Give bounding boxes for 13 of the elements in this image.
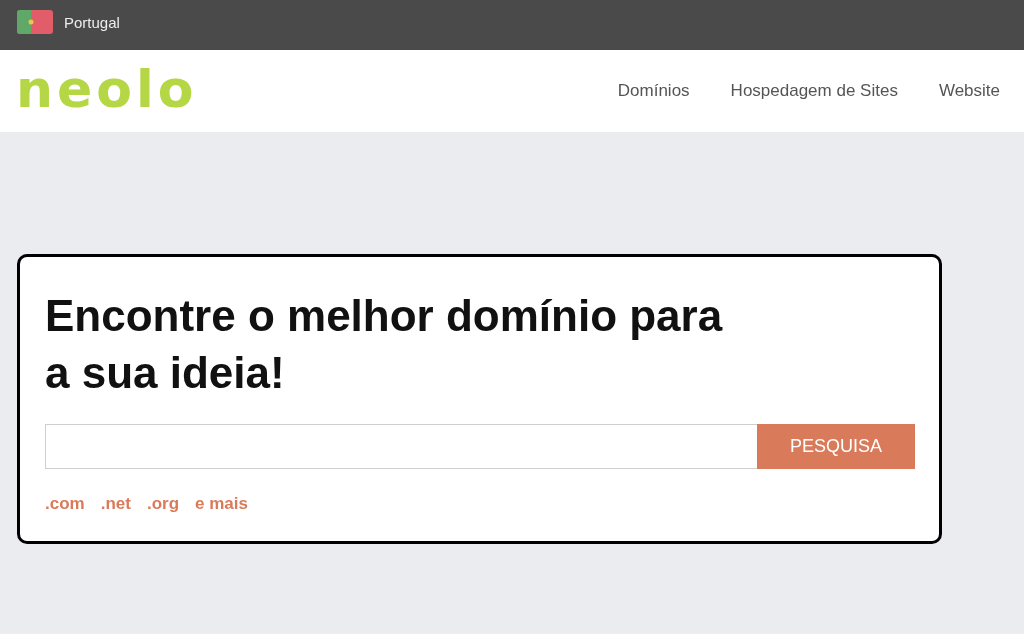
portugal-flag-icon: [17, 10, 53, 34]
domain-extension-link[interactable]: .org: [146, 494, 180, 514]
nav-link[interactable]: Domínios: [617, 81, 690, 101]
logo[interactable]: neolo: [16, 63, 198, 119]
domain-extension-link[interactable]: .net: [100, 494, 131, 514]
country-label: Portugal: [64, 13, 120, 31]
domain-extension-link[interactable]: .com: [45, 494, 85, 514]
search-button[interactable]: PESQUISA: [757, 424, 915, 469]
nav-link[interactable]: Hospedagem de Sites: [730, 81, 898, 101]
domain-search-field[interactable]: [45, 424, 757, 469]
nav-link[interactable]: Website: [938, 81, 1000, 101]
domain-extension-link[interactable]: e mais: [195, 494, 248, 514]
search-heading: Encontre o melhor domínio para a sua ideia!: [45, 290, 724, 399]
